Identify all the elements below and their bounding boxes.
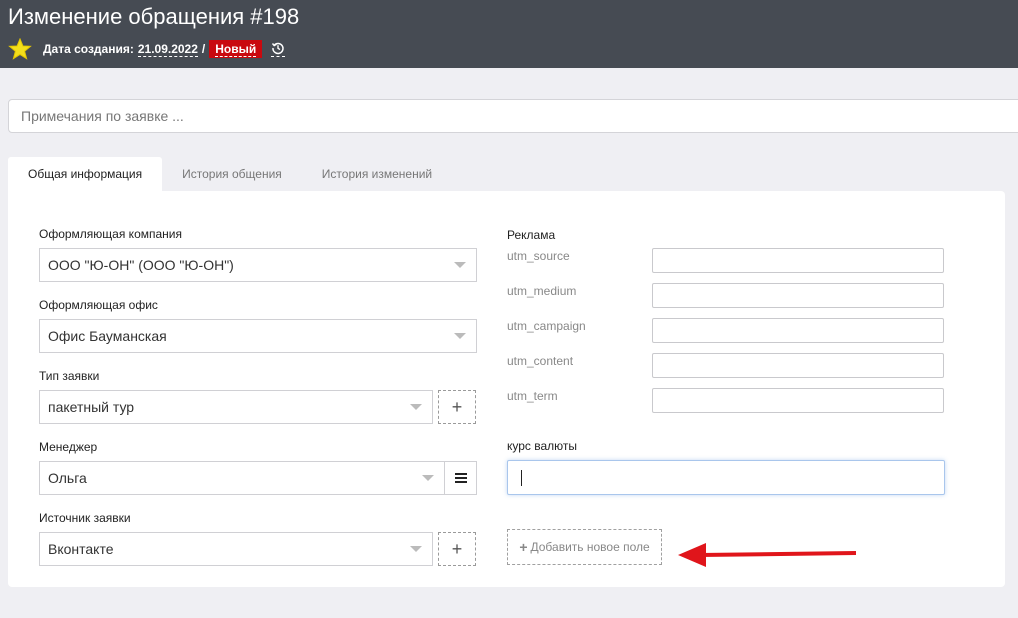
tab-general-info[interactable]: Общая информация <box>8 157 163 191</box>
plus-icon: + <box>451 538 463 559</box>
source-label: Источник заявки <box>39 511 131 525</box>
tab-change-history[interactable]: История изменений <box>302 157 452 191</box>
tab-bar: Общая информация История общения История… <box>8 157 452 191</box>
request-type-label: Тип заявки <box>39 369 100 383</box>
company-value: ООО "Ю-ОН" (ООО "Ю-ОН") <box>48 257 234 273</box>
plus-icon: + <box>519 539 528 555</box>
source-value: Вконтакте <box>48 541 114 557</box>
plus-icon: + <box>451 396 463 417</box>
manager-value: Ольга <box>48 470 87 486</box>
page-title: Изменение обращения #198 <box>8 4 300 29</box>
manager-list-button[interactable] <box>444 461 477 495</box>
currency-input[interactable] <box>507 460 945 495</box>
utm-campaign-label: utm_campaign <box>507 319 586 333</box>
created-date[interactable]: 21.09.2022 <box>137 42 198 57</box>
add-request-type-button[interactable]: + <box>438 390 476 424</box>
ads-label: Реклама <box>507 228 556 242</box>
chevron-down-icon <box>422 475 434 481</box>
annotation-arrow <box>678 543 857 567</box>
list-icon <box>454 473 467 483</box>
manager-select[interactable]: Ольга <box>39 461 445 495</box>
text-cursor <box>521 470 522 486</box>
office-label: Оформляющая офис <box>39 298 158 312</box>
office-select[interactable]: Офис Бауманская <box>39 319 477 353</box>
history-icon[interactable] <box>271 41 286 57</box>
utm-term-label: utm_term <box>507 389 558 403</box>
company-label: Оформляющая компания <box>39 227 182 241</box>
chevron-down-icon <box>454 333 466 339</box>
meta-separator: / <box>201 42 206 56</box>
source-select[interactable]: Вконтакте <box>39 532 433 566</box>
created-label: Дата создания: <box>43 42 134 56</box>
chevron-down-icon <box>454 262 466 268</box>
status-badge[interactable]: Новый <box>209 40 263 58</box>
manager-label: Менеджер <box>39 440 98 454</box>
add-field-label: Добавить новое поле <box>530 540 650 554</box>
utm-source-label: utm_source <box>507 249 570 263</box>
office-value: Офис Бауманская <box>48 328 167 344</box>
notes-input[interactable] <box>8 99 1018 133</box>
request-meta: Дата создания: 21.09.2022 / Новый <box>8 37 286 60</box>
tab-communication-history[interactable]: История общения <box>162 157 302 191</box>
add-field-button[interactable]: + Добавить новое поле <box>507 529 662 565</box>
request-type-select[interactable]: пакетный тур <box>39 390 433 424</box>
star-icon[interactable] <box>8 37 32 60</box>
utm-medium-label: utm_medium <box>507 284 577 298</box>
utm-medium-input[interactable] <box>652 283 944 308</box>
status-label: Новый <box>215 42 257 57</box>
utm-content-label: utm_content <box>507 354 574 368</box>
utm-term-input[interactable] <box>652 388 944 413</box>
chevron-down-icon <box>410 404 422 410</box>
add-source-button[interactable]: + <box>438 532 476 566</box>
utm-campaign-input[interactable] <box>652 318 944 343</box>
currency-label: курс валюты <box>507 439 578 453</box>
chevron-down-icon <box>410 546 422 552</box>
utm-source-input[interactable] <box>652 248 944 273</box>
company-select[interactable]: ООО "Ю-ОН" (ООО "Ю-ОН") <box>39 248 477 282</box>
page-header: Изменение обращения #198 Дата создания: … <box>0 0 1018 68</box>
request-type-value: пакетный тур <box>48 399 135 415</box>
utm-content-input[interactable] <box>652 353 944 378</box>
